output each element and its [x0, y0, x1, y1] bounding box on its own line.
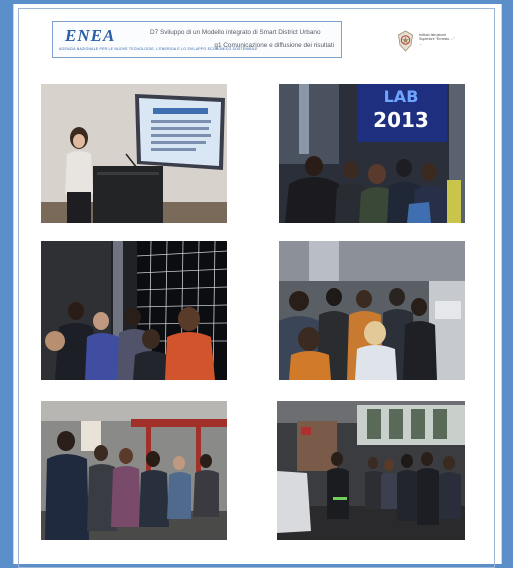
- lab-visit-photo: [279, 241, 465, 380]
- screen-lab-text: LAB: [384, 87, 419, 106]
- italian-republic-emblem-icon: [398, 30, 413, 52]
- solar-panel-group-photo: [41, 241, 227, 380]
- document-page: ENEA AGENZIA NAZIONALE PER LE NUOVE TECN…: [13, 4, 502, 568]
- presentation-photo: [41, 84, 227, 223]
- document-header: ENEA AGENZIA NAZIONALE PER LE NUOVE TECN…: [52, 21, 342, 58]
- lab-entrance-photo: LAB 2013: [279, 84, 465, 223]
- school-line-3: ...: [419, 41, 422, 46]
- enea-logo-text: ENEA: [65, 26, 116, 45]
- section-title: g1 Comunicazione e diffusione dei risult…: [214, 42, 334, 49]
- workshop-group-photo: [41, 401, 227, 540]
- project-title: D7 Sviluppo di un Modello integrato di S…: [150, 29, 321, 36]
- hall-group-photo: [277, 401, 465, 540]
- header-text: D7 Sviluppo di un Modello integrato di S…: [148, 26, 338, 52]
- enea-logo-subtitle: AGENZIA NAZIONALE PER LE NUOVE TECNOLOGI…: [59, 47, 258, 51]
- screen-year-text: 2013: [373, 108, 429, 132]
- enea-logo: ENEA AGENZIA NAZIONALE PER LE NUOVE TECN…: [59, 26, 258, 54]
- school-logo-text: Istituto Istruzione Superiore "Ernesto .…: [419, 33, 489, 46]
